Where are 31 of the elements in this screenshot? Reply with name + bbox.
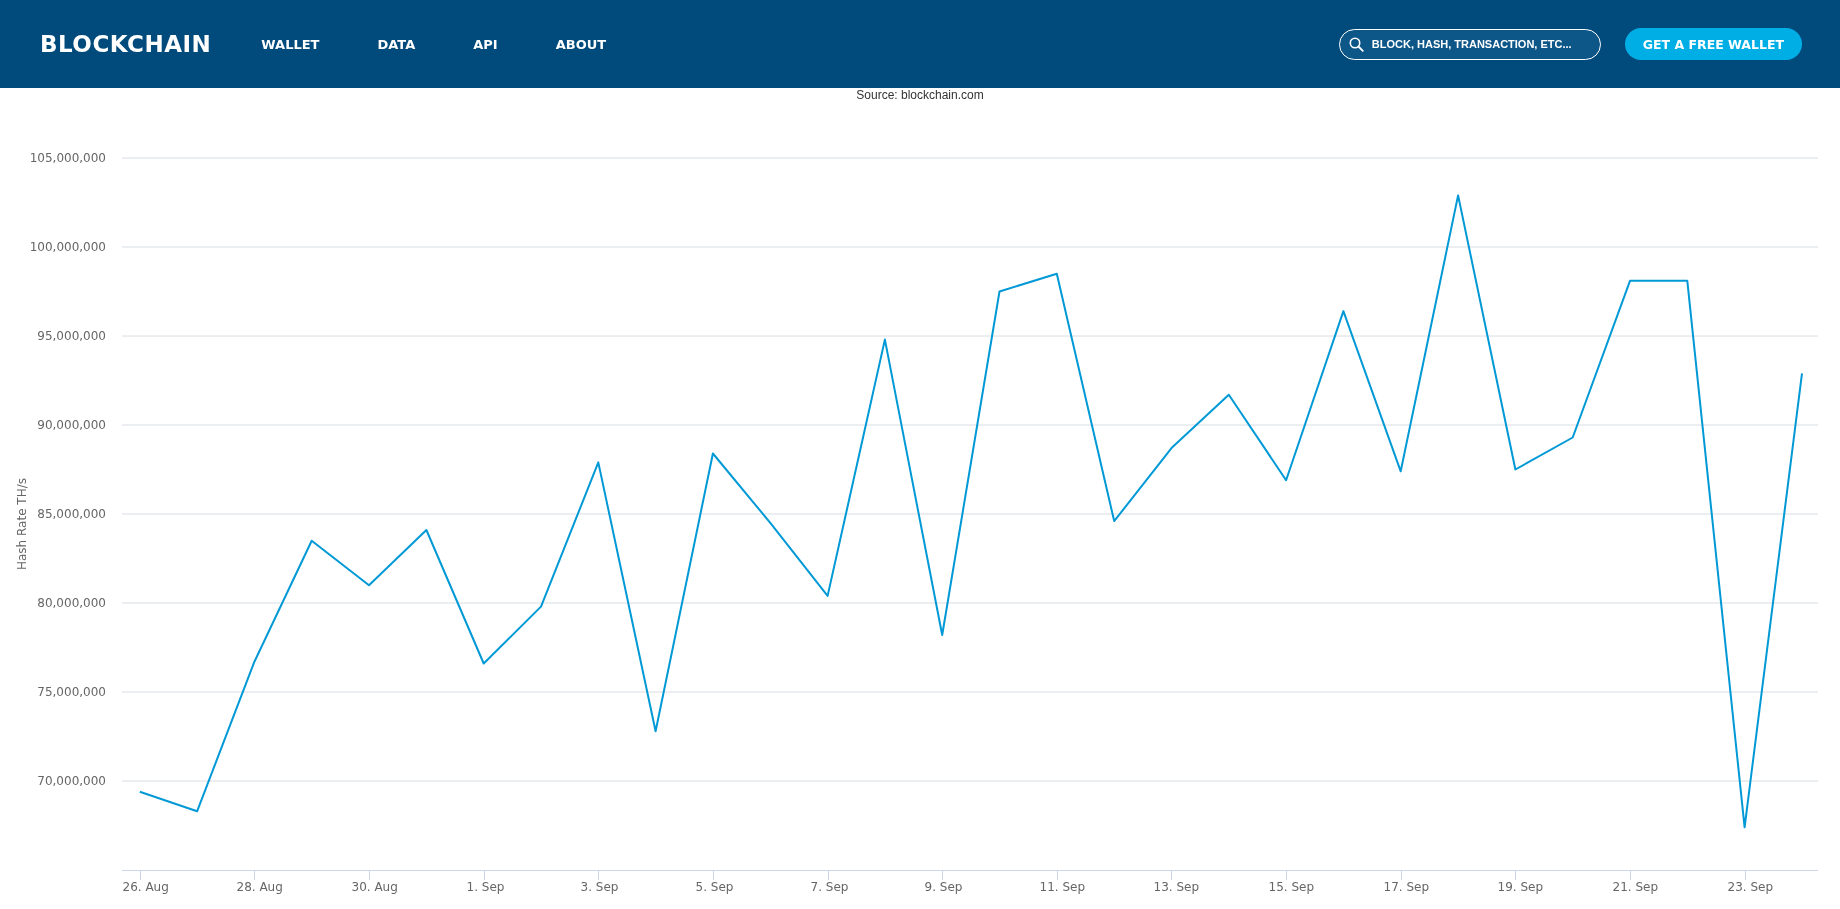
x-tick-label: 15. Sep [1268,880,1314,894]
nav-link[interactable]: DATA [377,36,416,52]
x-tick-label: 23. Sep [1727,880,1773,894]
nav-link[interactable]: ABOUT [555,36,607,52]
x-tick-label: 1. Sep [466,880,505,894]
y-tick-label: 70,000,000 [37,774,106,788]
x-tick-label: 30. Aug [351,880,398,894]
nav-link[interactable]: API [473,36,498,52]
axis-title: Hash Rate TH/s [15,478,29,570]
x-tick-label: 3. Sep [580,880,619,894]
x-tick-label: 7. Sep [810,880,849,894]
y-tick-label: 80,000,000 [37,596,106,610]
x-tick-label: 28. Aug [236,880,283,894]
x-tick-label: 26. Aug [122,880,169,894]
x-tick-label: 19. Sep [1497,880,1543,894]
x-tick-label: 17. Sep [1383,880,1429,894]
site-logo[interactable]: BLOCKCHAIN [40,31,212,57]
y-tick-label: 95,000,000 [37,329,106,343]
x-tick-label: 21. Sep [1612,880,1658,894]
x-tick-label: 11. Sep [1039,880,1085,894]
y-tick-label: 100,000,000 [29,240,106,254]
x-tick-label: 9. Sep [924,880,963,894]
search-field[interactable]: BLOCK, HASH, TRANSACTION, ETC... [1338,28,1601,60]
source-caption: Source: blockchain.com [855,88,985,104]
nav-link[interactable]: WALLET [261,36,320,52]
y-tick-label: 85,000,000 [37,507,106,521]
x-tick-label: 13. Sep [1153,880,1199,894]
x-tick-label: 5. Sep [695,880,734,894]
y-tick-label: 105,000,000 [29,151,106,165]
y-tick-label: 75,000,000 [37,685,106,699]
y-tick-label: 90,000,000 [37,418,106,432]
